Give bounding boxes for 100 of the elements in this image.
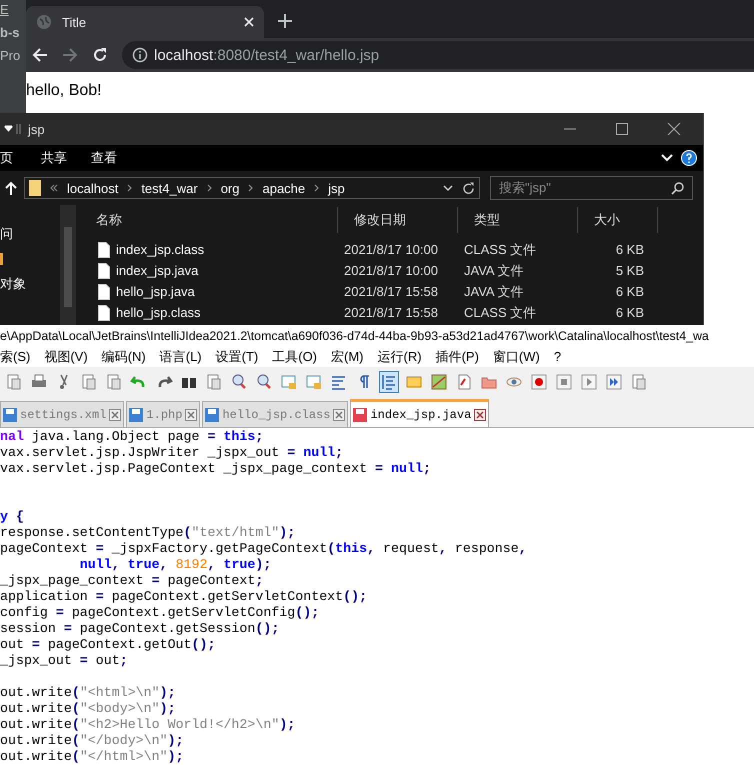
code-line: _jspx_page_context = pageContext; bbox=[0, 573, 264, 589]
window-text: Pro bbox=[0, 48, 22, 63]
code-line: config = pageContext.getServletConfig(); bbox=[0, 605, 320, 621]
scrollbar[interactable] bbox=[60, 205, 76, 325]
code-line: response.setContentType("text/html"); bbox=[0, 525, 296, 541]
breadcrumb-item[interactable]: apache bbox=[262, 180, 306, 196]
chevron-right-icon bbox=[314, 184, 320, 192]
help-icon[interactable] bbox=[681, 150, 697, 166]
copy-icon bbox=[80, 373, 98, 392]
breadcrumb-item[interactable]: localhost bbox=[67, 180, 118, 196]
file-name[interactable]: hello_jsp.class bbox=[116, 305, 201, 320]
file-name[interactable]: index_jsp.java bbox=[116, 263, 198, 278]
search-field[interactable]: 搜索"jsp" bbox=[490, 176, 693, 200]
file-size: 6 KB bbox=[614, 305, 645, 320]
file-date: 2021/8/17 15:58 bbox=[343, 305, 439, 320]
window-title: jsp bbox=[28, 122, 46, 136]
menu-item[interactable]: 语言(L) bbox=[160, 348, 202, 366]
file-name[interactable]: hello_jsp.java bbox=[116, 284, 195, 299]
column-header[interactable]: 大小 bbox=[578, 207, 658, 233]
code-line: out.write("</html>\n"); bbox=[0, 749, 185, 765]
chevron-down-icon[interactable] bbox=[443, 184, 453, 192]
menu-item[interactable]: 编码(N) bbox=[102, 348, 146, 366]
file-date: 2021/8/17 15:58 bbox=[343, 284, 439, 299]
code-line: null, true, 8192, true); bbox=[78, 557, 272, 573]
breadcrumb-item[interactable]: jsp bbox=[328, 180, 345, 196]
toolbar-button[interactable] bbox=[379, 371, 399, 394]
indent-guide-icon bbox=[380, 373, 398, 392]
column-header[interactable]: 类型 bbox=[458, 207, 578, 233]
window-text: E bbox=[0, 2, 10, 17]
globe-icon bbox=[36, 14, 52, 30]
stop-icon bbox=[555, 373, 573, 392]
file-size: 6 KB bbox=[614, 284, 645, 299]
file-icon bbox=[98, 284, 110, 300]
chevron-right-icon bbox=[127, 184, 132, 192]
column-header[interactable]: 名称 bbox=[80, 207, 338, 233]
menu-item[interactable]: ? bbox=[554, 349, 562, 364]
zoom-out-icon bbox=[255, 373, 273, 392]
browser-tab[interactable]: Title bbox=[26, 6, 264, 38]
ribbon-tab[interactable]: 共享 bbox=[29, 149, 79, 167]
file-tab[interactable]: index_jsp.java bbox=[350, 399, 490, 427]
code-line: nal java.lang.Object page = this; bbox=[0, 429, 264, 445]
menu-item[interactable]: 设置(T) bbox=[216, 348, 258, 366]
file-icon bbox=[98, 242, 110, 258]
zoom-in-icon bbox=[230, 373, 248, 392]
file-name[interactable]: index_jsp.class bbox=[116, 242, 204, 257]
paste-icon bbox=[105, 373, 123, 392]
code-line: out.write("</body>\n"); bbox=[0, 733, 185, 749]
menu-item[interactable]: 索(S) bbox=[0, 348, 30, 366]
nav-item[interactable]: 问 bbox=[0, 225, 60, 243]
refresh-icon[interactable] bbox=[462, 182, 475, 194]
search-placeholder: 搜索"jsp" bbox=[499, 179, 551, 197]
reload-icon[interactable] bbox=[92, 47, 108, 63]
menu-item[interactable]: 插件(P) bbox=[436, 348, 479, 366]
forward-arrow-icon[interactable] bbox=[62, 47, 78, 63]
breadcrumb-item[interactable]: test4_war bbox=[141, 180, 198, 196]
play-icon bbox=[580, 373, 598, 392]
quick-access-icon bbox=[4, 123, 22, 135]
menu-item[interactable]: 窗口(W) bbox=[492, 348, 540, 366]
menu-item[interactable]: 宏(M) bbox=[331, 348, 364, 366]
code-line: out.write("<html>\n"); bbox=[0, 685, 177, 701]
fast-forward-icon bbox=[605, 373, 623, 392]
file-date: 2021/8/17 10:00 bbox=[343, 263, 439, 278]
new-tab-icon[interactable] bbox=[278, 14, 292, 28]
file-type: JAVA 文件 bbox=[463, 282, 524, 300]
breadcrumb-item[interactable]: org bbox=[220, 180, 240, 196]
code-line: y { bbox=[0, 509, 25, 525]
file-size: 6 KB bbox=[614, 242, 645, 257]
chevron-right-icon bbox=[248, 184, 254, 192]
address-bar[interactable]: localhost test4_war org apache jsp bbox=[24, 177, 480, 199]
code-line: vax.servlet.jsp.JspWriter _jspx_out = null; bbox=[0, 445, 344, 461]
search-icon bbox=[671, 182, 684, 194]
menu-item[interactable]: 视图(V) bbox=[44, 348, 88, 366]
menu-item[interactable]: 运行(R) bbox=[378, 348, 422, 366]
window-title: e\AppData\Local\JetBrains\IntelliJIdea2021.2\tomcat\a690f036-d74d-44ba-9b93-a53d21ad4767\work\Catalina\localhost\test4_wa bbox=[0, 328, 710, 345]
file-icon bbox=[98, 262, 110, 278]
code-line: application = pageContext.getServletContext(); bbox=[0, 589, 368, 605]
code-line: pageContext = _jspxFactory.getPageContext(this, request, response, bbox=[0, 541, 528, 557]
ribbon-tab[interactable]: 查看 bbox=[79, 149, 129, 167]
code-line: out = pageContext.getOut(); bbox=[0, 637, 216, 653]
file-date: 2021/8/17 10:00 bbox=[343, 242, 439, 257]
ribbon-tab[interactable]: 页 bbox=[0, 149, 29, 167]
chevron-left-icon bbox=[50, 184, 58, 192]
up-arrow-icon[interactable] bbox=[4, 181, 18, 195]
page-text: hello, Bob! bbox=[26, 81, 103, 100]
column-header[interactable]: 修改日期 bbox=[338, 207, 458, 233]
code-line: session = pageContext.getSession(); bbox=[0, 621, 280, 637]
nav-item[interactable]: 对象 bbox=[0, 275, 60, 293]
back-arrow-icon[interactable] bbox=[32, 47, 48, 63]
code-line: out.write("<body>\n"); bbox=[0, 701, 177, 717]
menu-item[interactable]: 工具(O) bbox=[272, 348, 318, 366]
file-icon bbox=[98, 304, 110, 320]
address-bar[interactable]: localhost:8080/test4_war/hello.jsp bbox=[122, 41, 754, 69]
code-line: _jspx_out = out; bbox=[0, 653, 129, 669]
file-type: CLASS 文件 bbox=[463, 304, 538, 322]
url-text: localhost:8080/test4_war/hello.jsp bbox=[154, 46, 380, 64]
file-type: JAVA 文件 bbox=[463, 262, 524, 280]
close-icon[interactable] bbox=[474, 408, 486, 420]
file-size: 5 KB bbox=[614, 263, 645, 278]
code-line: out.write("<h2>Hello World!</h2>\n"); bbox=[0, 717, 296, 733]
window-text: b-s bbox=[0, 25, 20, 40]
